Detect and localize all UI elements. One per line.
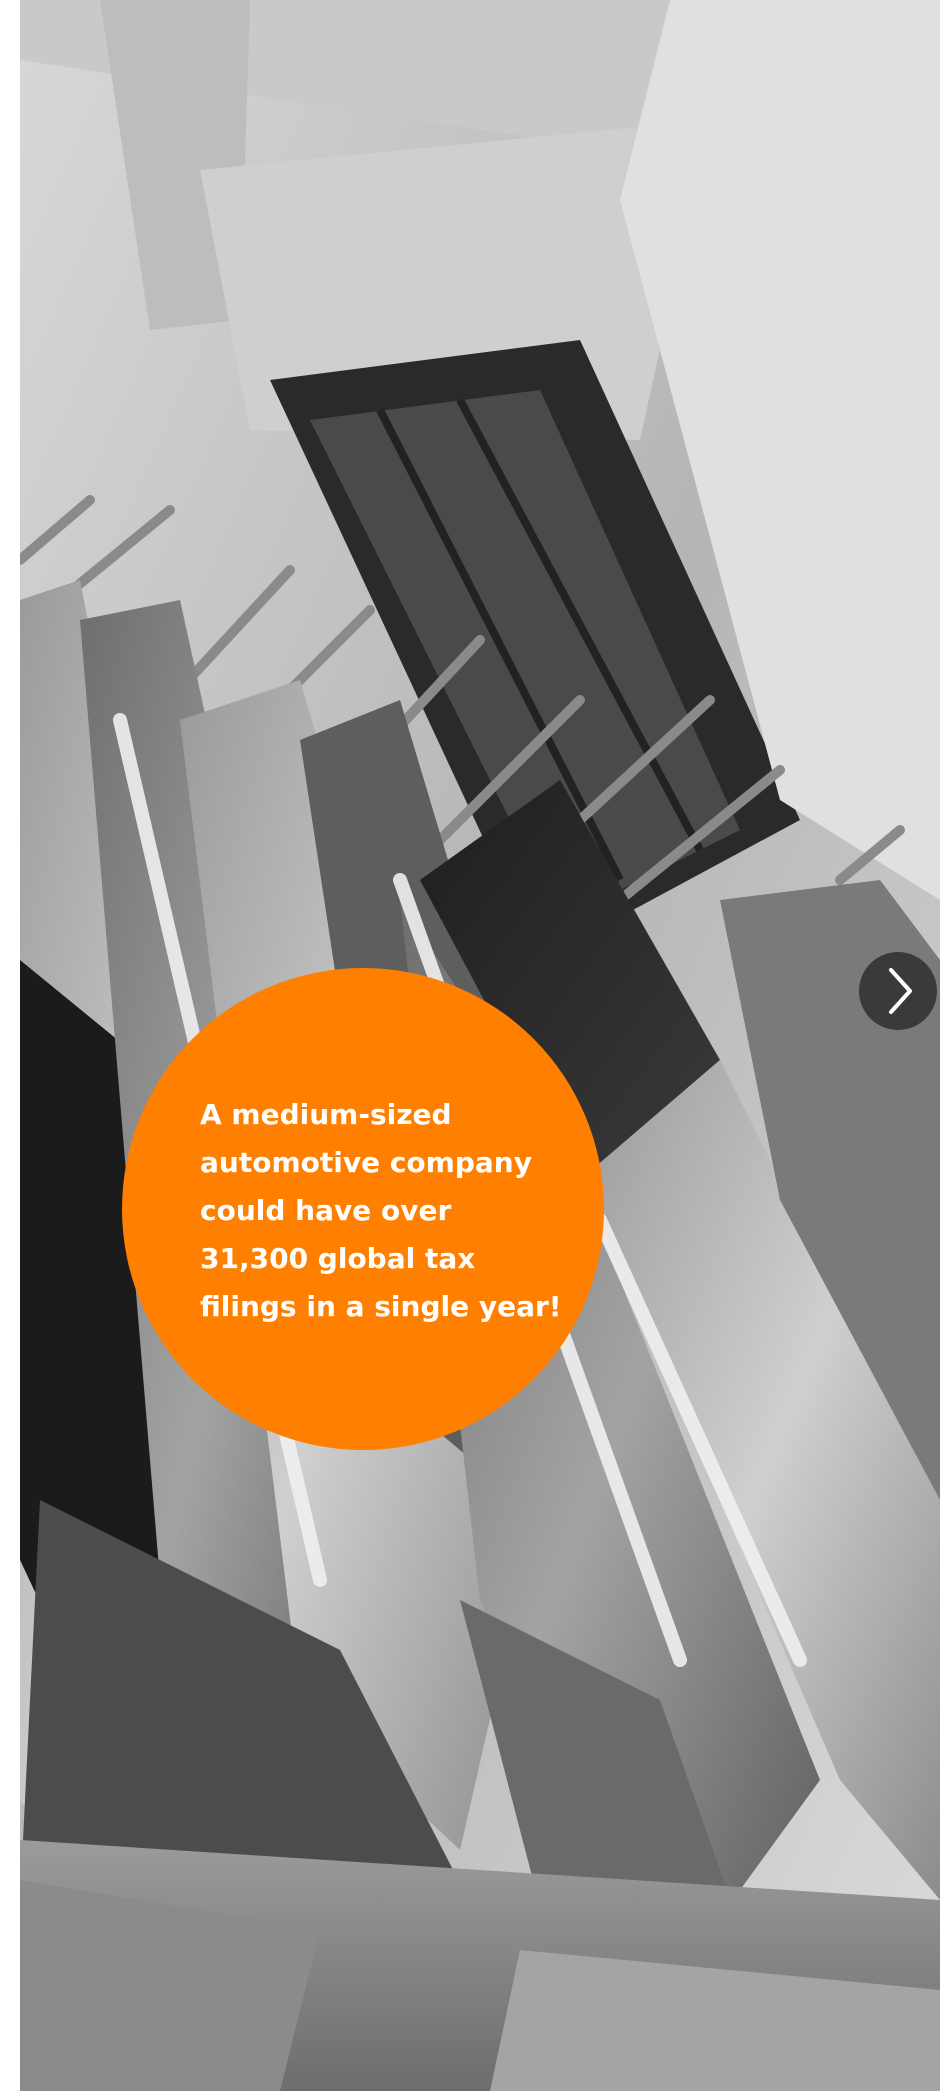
stat-callout-line: could have over	[200, 1194, 452, 1227]
stat-callout-line: 31,300 global tax	[200, 1242, 476, 1275]
page-left-margin	[0, 0, 20, 2091]
stat-callout-line: filings in a single year!	[200, 1290, 562, 1323]
stat-callout-line: automotive company	[200, 1146, 532, 1179]
stat-callout-circle: A medium-sized automotive company could …	[122, 968, 604, 1450]
stat-callout-text: A medium-sized automotive company could …	[200, 1091, 562, 1331]
stat-callout-line: A medium-sized	[200, 1098, 452, 1131]
chevron-right-icon	[889, 968, 912, 1014]
hero-section: A medium-sized automotive company could …	[20, 0, 940, 2091]
next-slide-button[interactable]	[859, 952, 937, 1030]
